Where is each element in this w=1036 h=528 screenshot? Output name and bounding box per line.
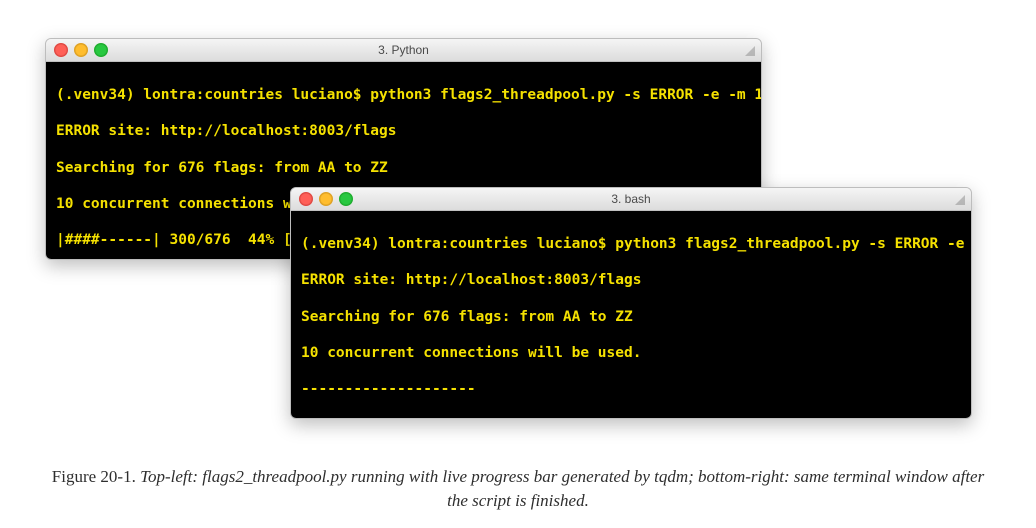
window-title: 3. Python (46, 43, 761, 57)
traffic-lights (54, 43, 108, 57)
resize-grip-icon[interactable] (743, 44, 755, 56)
terminal-line: ERROR site: http://localhost:8003/flags (56, 122, 751, 140)
terminal-line: -------------------- (301, 380, 961, 398)
minimize-button-icon[interactable] (74, 43, 88, 57)
figure-caption-text: Top-left: flags2_threadpool.py running w… (136, 467, 984, 511)
terminal-line: (.venv34) lontra:countries luciano$ pyth… (56, 86, 751, 104)
terminal-line: Searching for 676 flags: from AA to ZZ (56, 159, 751, 177)
zoom-button-icon[interactable] (339, 192, 353, 206)
zoom-button-icon[interactable] (94, 43, 108, 57)
close-button-icon[interactable] (54, 43, 68, 57)
terminal-window-bash: 3. bash (.venv34) lontra:countries lucia… (290, 187, 972, 419)
close-button-icon[interactable] (299, 192, 313, 206)
minimize-button-icon[interactable] (319, 192, 333, 206)
terminal-body-bash[interactable]: (.venv34) lontra:countries luciano$ pyth… (291, 211, 971, 419)
resize-grip-icon[interactable] (953, 193, 965, 205)
terminal-line: 147 flags downloaded. (301, 416, 961, 419)
terminal-line: Searching for 676 flags: from AA to ZZ (301, 308, 961, 326)
window-titlebar: 3. Python (46, 39, 761, 62)
figure-stage: 3. Python (.venv34) lontra:countries luc… (0, 0, 1036, 528)
terminal-line: 10 concurrent connections will be used. (301, 344, 961, 362)
terminal-line: (.venv34) lontra:countries luciano$ pyth… (301, 235, 961, 253)
terminal-line: ERROR site: http://localhost:8003/flags (301, 271, 961, 289)
figure-label: Figure 20-1. (52, 467, 136, 486)
traffic-lights (299, 192, 353, 206)
figure-caption: Figure 20-1. Top-left: flags2_threadpool… (0, 465, 1036, 514)
window-titlebar: 3. bash (291, 188, 971, 211)
window-title: 3. bash (291, 192, 971, 206)
